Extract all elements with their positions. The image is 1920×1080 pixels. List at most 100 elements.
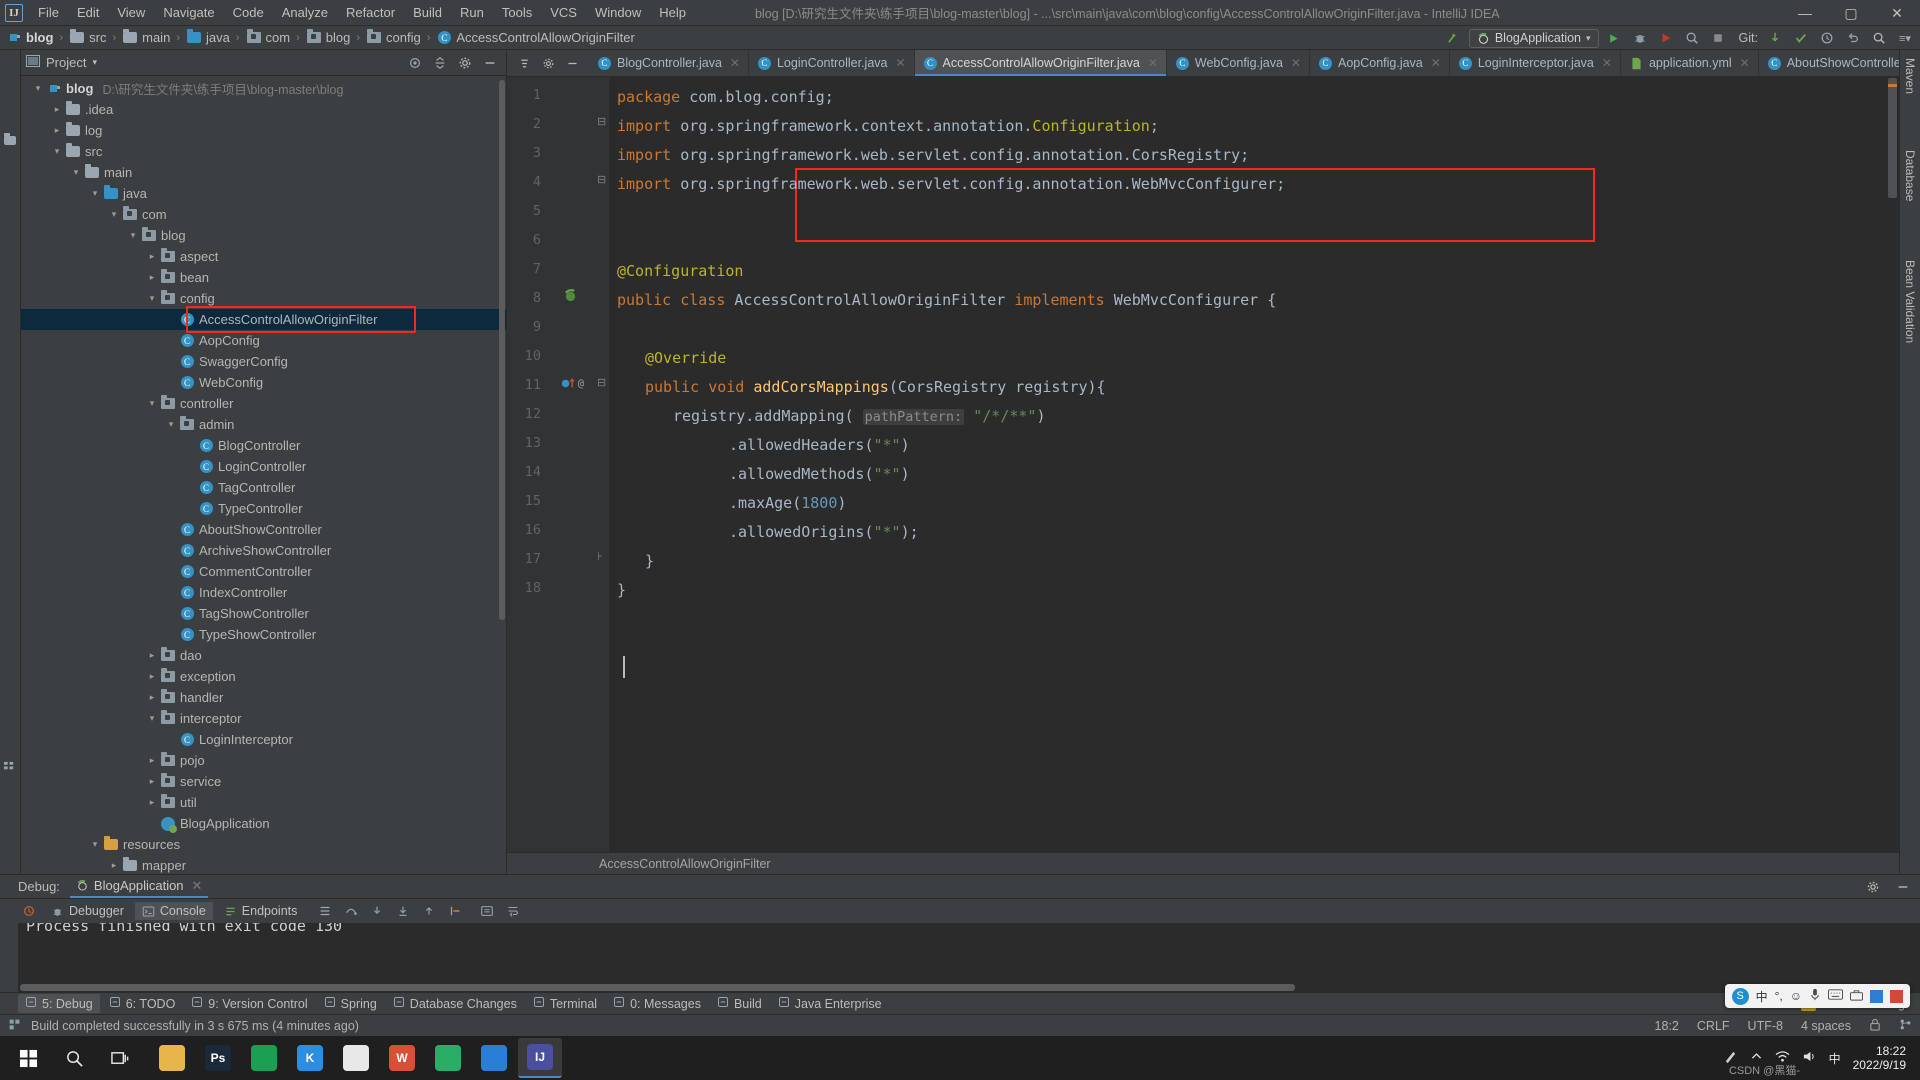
chevron-down-icon[interactable]: ▾ <box>31 83 45 94</box>
select-opened-file-icon[interactable] <box>404 53 426 73</box>
tree-node[interactable]: ▸ dao <box>21 645 506 666</box>
tree-node[interactable]: ▾ config <box>21 288 506 309</box>
code-fold-marker[interactable]: ⊟ <box>597 376 606 389</box>
editor-tab-aopconfig-java[interactable]: C AopConfig.java ✕ <box>1309 50 1450 76</box>
chevron-down-icon[interactable]: ▾ <box>88 188 102 199</box>
tool-window-spring[interactable]: Spring <box>317 994 384 1013</box>
ime-punctuation-icon[interactable]: °, <box>1775 989 1783 1003</box>
code-line[interactable]: } <box>645 547 654 576</box>
chevron-down-icon[interactable]: ▾ <box>88 839 102 850</box>
tree-node[interactable]: ▾ java <box>21 183 506 204</box>
debug-session-tab[interactable]: BlogApplication ✕ <box>69 876 209 898</box>
line-separator[interactable]: CRLF <box>1697 1019 1730 1033</box>
force-step-into-icon[interactable] <box>392 901 414 921</box>
console-horizontal-scrollbar[interactable] <box>18 983 1920 992</box>
caret-position[interactable]: 18:2 <box>1655 1019 1679 1033</box>
left-tool-rail[interactable]: 1: Project 7: Structure Web <box>0 50 21 874</box>
code-line[interactable]: package com.blog.config; <box>617 83 834 112</box>
ime-indicator-icon[interactable]: 中 <box>1829 1050 1841 1067</box>
breadcrumb-item-com[interactable]: com <box>244 29 293 45</box>
breadcrumb[interactable]: blog › src › main › java › com › blog › config › C Acce… <box>4 29 637 45</box>
tree-node[interactable]: ▸CLoginInterceptor <box>21 729 506 750</box>
tree-node[interactable]: ▸ pojo <box>21 750 506 771</box>
breadcrumb-item-config[interactable]: config <box>364 29 423 45</box>
tree-node[interactable]: ▸CBlogController <box>21 435 506 456</box>
editor-tabs[interactable]: C BlogController.java ✕ C LoginController.ja… <box>507 50 1899 77</box>
chevron-down-icon[interactable]: ▾ <box>145 293 159 304</box>
project-tree-scrollbar[interactable] <box>498 76 506 874</box>
tree-node[interactable]: ▾ interceptor <box>21 708 506 729</box>
run-configuration-selector[interactable]: BlogApplication ▾ <box>1468 28 1599 48</box>
step-over-icon[interactable] <box>340 901 362 921</box>
tree-node[interactable]: ▸ aspect <box>21 246 506 267</box>
code-line[interactable]: .allowedMethods("*") <box>729 460 910 489</box>
chevron-down-icon[interactable]: ▾ <box>92 57 97 68</box>
code-folding-column[interactable]: ⊟ ⊟ ⊟ ⊦ <box>595 77 609 852</box>
override-method-gutter-icon[interactable]: @ <box>559 375 589 393</box>
run-button[interactable] <box>1603 28 1625 48</box>
profiler-button[interactable] <box>1681 28 1703 48</box>
chevron-down-icon[interactable]: ▾ <box>164 419 178 430</box>
code-line[interactable]: .allowedHeaders("*") <box>729 431 910 460</box>
tree-node[interactable]: ▸CAopConfig <box>21 330 506 351</box>
close-icon[interactable]: ✕ <box>192 878 203 894</box>
tree-node[interactable]: ▸CTypeController <box>21 498 506 519</box>
tool-window-bar[interactable]: 5: Debug 6: TODO 9: Version Control Spring D… <box>0 992 1920 1014</box>
stop-button[interactable] <box>1707 28 1729 48</box>
tab-debugger[interactable]: Debugger <box>44 902 131 920</box>
build-project-icon[interactable] <box>1443 28 1465 48</box>
code-line[interactable]: @Override <box>645 344 726 373</box>
tree-node[interactable]: ▾ controller <box>21 393 506 414</box>
spring-bean-gutter-icon[interactable] <box>563 288 578 306</box>
chevron-right-icon[interactable]: ▸ <box>50 125 64 136</box>
chevron-right-icon[interactable]: ▸ <box>145 671 159 682</box>
collapse-all-icon[interactable] <box>429 53 451 73</box>
gear-icon[interactable] <box>537 53 559 73</box>
chevron-right-icon[interactable]: ▸ <box>50 104 64 115</box>
menu-item-tools[interactable]: Tools <box>493 2 541 23</box>
rail-item-database[interactable]: Database <box>1903 150 1917 201</box>
rail-item-bean-validation[interactable]: Bean Validation <box>1903 260 1917 343</box>
debug-tabs-row[interactable]: Debugger Console Endpoints <box>0 899 1920 923</box>
code-fold-marker[interactable]: ⊦ <box>597 550 603 563</box>
debug-button[interactable] <box>1629 28 1651 48</box>
sort-tabs-icon[interactable] <box>513 53 535 73</box>
file-encoding[interactable]: UTF-8 <box>1748 1019 1783 1033</box>
taskbar-intellij-idea-icon[interactable]: IJ <box>518 1038 562 1078</box>
commit-icon[interactable] <box>1790 28 1812 48</box>
tool-window-0-messages[interactable]: 0: Messages <box>606 994 708 1013</box>
ime-blue-icon[interactable] <box>1870 989 1883 1003</box>
close-icon[interactable]: ✕ <box>1602 56 1612 70</box>
vcs-update-icon[interactable] <box>1764 28 1786 48</box>
tree-node[interactable]: ▸ exception <box>21 666 506 687</box>
windows-taskbar[interactable]: Ps K W IJ 中 18:22 2022/9/19 CSDN @黑猫- <box>0 1036 1920 1080</box>
menu-item-vcs[interactable]: VCS <box>541 2 586 23</box>
tree-node[interactable]: ▾ blog <box>21 225 506 246</box>
tree-node[interactable]: ▸ BlogApplication <box>21 813 506 834</box>
menu-item-build[interactable]: Build <box>404 2 451 23</box>
tree-node[interactable]: ▸ bean <box>21 267 506 288</box>
tree-node[interactable]: ▸ service <box>21 771 506 792</box>
tool-window-9-version-control[interactable]: 9: Version Control <box>184 994 314 1013</box>
debug-console-output[interactable]: Process finished with exit code 130 <box>18 923 1920 992</box>
navbar-overflow-icon[interactable]: ≡▾ <box>1894 28 1916 48</box>
menu-item-analyze[interactable]: Analyze <box>273 2 337 23</box>
editor-tab-logininterceptor-java[interactable]: C LoginInterceptor.java ✕ <box>1449 50 1621 76</box>
step-into-icon[interactable] <box>366 901 388 921</box>
editor-tab-application-yml[interactable]: application.yml ✕ <box>1620 50 1759 76</box>
taskbar-kugou-icon[interactable]: K <box>288 1038 332 1078</box>
tree-node-selected[interactable]: ▸CAccessControlAllowOriginFilter <box>21 309 506 330</box>
tool-window-java-enterprise[interactable]: Java Enterprise <box>771 994 889 1013</box>
tree-node[interactable]: ▾ admin <box>21 414 506 435</box>
tree-node[interactable]: ▸CArchiveShowController <box>21 540 506 561</box>
tab-endpoints[interactable]: Endpoints <box>217 902 305 920</box>
menu-item-navigate[interactable]: Navigate <box>154 2 223 23</box>
rollback-icon[interactable] <box>1842 28 1864 48</box>
tool-window-terminal[interactable]: Terminal <box>526 994 604 1013</box>
editor-tab-aboutshowcontroller-j[interactable]: CAboutShowController.j✕ <box>1758 50 1899 76</box>
minimize-button[interactable]: — <box>1782 0 1828 26</box>
breadcrumb-item-blog[interactable]: blog <box>304 29 353 45</box>
menu-item-edit[interactable]: Edit <box>68 2 108 23</box>
tree-node[interactable]: ▸ util <box>21 792 506 813</box>
breadcrumb-item-accesscontrolalloworiginfilter[interactable]: C AccessControlAllowOriginFilter <box>434 30 636 45</box>
